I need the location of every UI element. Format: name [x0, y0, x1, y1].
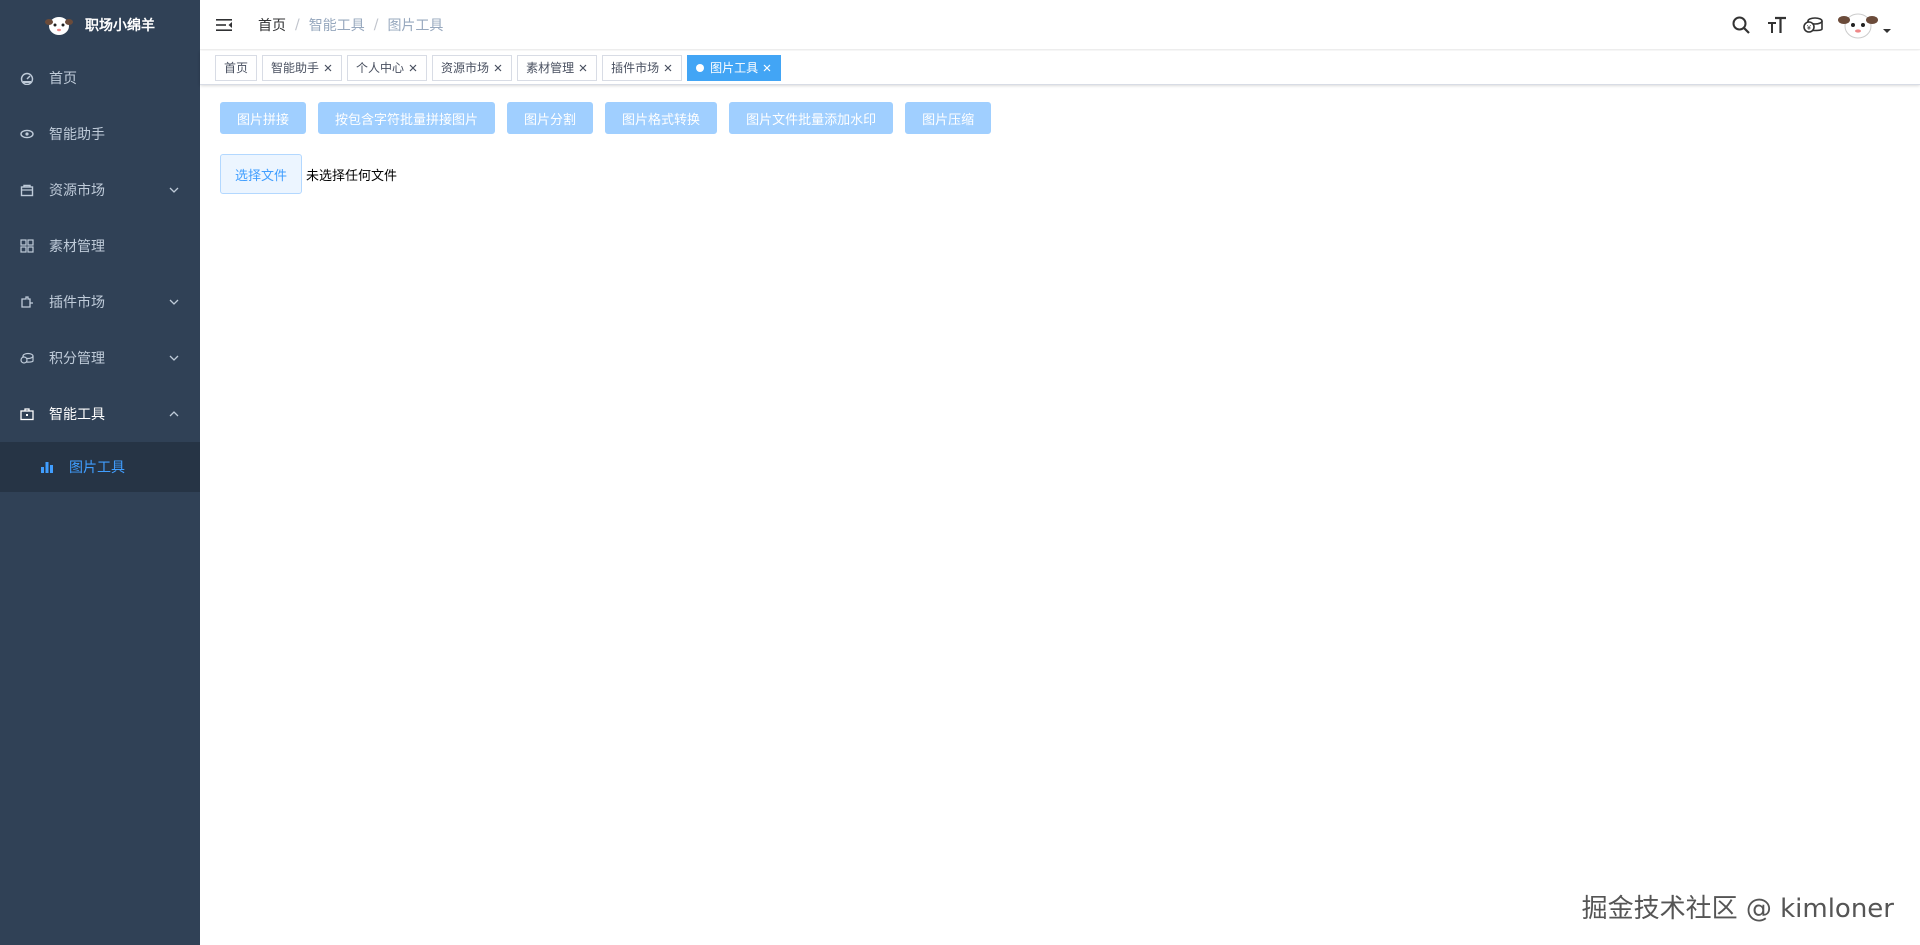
tags-view: 首页 智能助手 个人中心 资源市场 素材管理 插件市场 图片工具 — [200, 51, 1920, 85]
file-input-row: 选择文件 未选择任何文件 — [220, 154, 1900, 194]
sidebar-item-label: 首页 — [49, 71, 77, 87]
image-split-button[interactable]: 图片分割 — [507, 102, 594, 134]
tag-resource-market[interactable]: 资源市场 — [432, 54, 513, 81]
sidebar-item-label: 插件市场 — [49, 295, 105, 311]
tag-label: 图片工具 — [710, 60, 759, 75]
tag-label: 首页 — [224, 60, 249, 75]
dashboard-icon — [20, 71, 34, 85]
breadcrumb: 首页 / 智能工具 / 图片工具 — [258, 15, 443, 35]
batch-watermark-button[interactable]: 图片文件批量添加水印 — [729, 102, 894, 134]
toolbox-icon — [20, 407, 34, 421]
breadcrumb-smart-tools: 智能工具 — [308, 17, 365, 34]
font-size-icon[interactable] — [1766, 14, 1788, 36]
navbar: 首页 / 智能工具 / 图片工具 ¥ — [200, 0, 1920, 50]
sidebar-item-plugin-market[interactable]: 插件市场 — [0, 274, 200, 330]
tag-material[interactable]: 素材管理 — [517, 54, 598, 81]
active-dot — [696, 63, 705, 72]
coins-icon — [20, 351, 34, 365]
sheep-logo-icon — [45, 17, 73, 35]
plugin-icon — [20, 295, 34, 309]
chevron-up-icon — [168, 408, 180, 420]
tag-label: 素材管理 — [526, 60, 575, 75]
breadcrumb-home[interactable]: 首页 — [258, 15, 286, 35]
sidebar-subitem-image-tools[interactable]: 图片工具 — [0, 442, 200, 492]
material-icon — [20, 239, 34, 253]
image-compress-button[interactable]: 图片压缩 — [905, 102, 992, 134]
sidebar-item-label: 资源市场 — [49, 183, 105, 199]
brand[interactable]: 职场小绵羊 — [0, 0, 200, 50]
caret-down-icon — [1883, 29, 1891, 33]
chevron-down-icon — [168, 184, 180, 196]
tag-home[interactable]: 首页 — [215, 54, 258, 81]
navbar-right-menu: ¥ — [1730, 0, 1892, 50]
file-status-text: 未选择任何文件 — [306, 168, 398, 184]
batch-stitch-by-char-button[interactable]: 按包含字符批量拼接图片 — [318, 102, 496, 134]
tag-assistant[interactable]: 智能助手 — [262, 54, 343, 81]
coins-icon[interactable]: ¥ — [1802, 14, 1824, 36]
sidebar: 职场小绵羊 首页 智能助手 资源市场 素材管理 插件市场 积分管理 智能工具 图… — [0, 0, 200, 945]
close-icon[interactable] — [663, 63, 673, 73]
user-avatar-dropdown[interactable] — [1838, 10, 1892, 40]
close-icon[interactable] — [762, 63, 772, 73]
close-icon[interactable] — [408, 63, 418, 73]
breadcrumb-image-tools: 图片工具 — [387, 17, 444, 34]
svg-text:¥: ¥ — [1807, 25, 1811, 32]
sidebar-item-home[interactable]: 首页 — [0, 50, 200, 106]
close-icon[interactable] — [493, 63, 503, 73]
sidebar-item-label: 智能工具 — [49, 407, 105, 423]
watermark: 掘金技术社区 @ kimloner — [1581, 894, 1894, 924]
submenu-smart-tools: 图片工具 — [0, 442, 200, 492]
chevron-down-icon — [168, 296, 180, 308]
bar-chart-icon — [40, 460, 54, 474]
image-stitch-button[interactable]: 图片拼接 — [220, 102, 307, 134]
breadcrumb-separator: / — [373, 16, 379, 33]
tag-label: 个人中心 — [356, 60, 405, 75]
sidebar-item-material[interactable]: 素材管理 — [0, 218, 200, 274]
sidebar-item-label: 智能助手 — [49, 127, 105, 143]
shopping-icon — [20, 183, 34, 197]
close-icon[interactable] — [323, 63, 333, 73]
tag-image-tools[interactable]: 图片工具 — [687, 54, 782, 81]
sidebar-item-assistant[interactable]: 智能助手 — [0, 106, 200, 162]
tag-plugin-market[interactable]: 插件市场 — [602, 54, 683, 81]
sidebar-item-points[interactable]: 积分管理 — [0, 330, 200, 386]
hamburger-icon[interactable] — [216, 17, 232, 33]
sidebar-subitem-label: 图片工具 — [69, 460, 125, 476]
tag-label: 资源市场 — [441, 60, 490, 75]
sidebar-item-label: 积分管理 — [49, 351, 105, 367]
main-content: 图片拼接 按包含字符批量拼接图片 图片分割 图片格式转换 图片文件批量添加水印 … — [200, 86, 1920, 945]
search-icon[interactable] — [1730, 14, 1752, 36]
tag-profile[interactable]: 个人中心 — [347, 54, 428, 81]
eye-icon — [20, 127, 34, 141]
chevron-down-icon — [168, 352, 180, 364]
tool-button-row: 图片拼接 按包含字符批量拼接图片 图片分割 图片格式转换 图片文件批量添加水印 … — [220, 102, 1900, 134]
sidebar-item-smart-tools[interactable]: 智能工具 — [0, 386, 200, 442]
brand-title: 职场小绵羊 — [85, 18, 155, 34]
close-icon[interactable] — [578, 63, 588, 73]
sidebar-item-label: 素材管理 — [49, 239, 105, 255]
breadcrumb-separator: / — [295, 16, 300, 33]
image-format-convert-button[interactable]: 图片格式转换 — [605, 102, 718, 134]
sidebar-menu: 首页 智能助手 资源市场 素材管理 插件市场 积分管理 智能工具 — [0, 50, 200, 442]
tag-label: 插件市场 — [611, 60, 660, 75]
avatar — [1838, 13, 1878, 39]
sidebar-item-resource-market[interactable]: 资源市场 — [0, 162, 200, 218]
tag-label: 智能助手 — [271, 60, 320, 75]
choose-file-button[interactable]: 选择文件 — [220, 154, 303, 194]
